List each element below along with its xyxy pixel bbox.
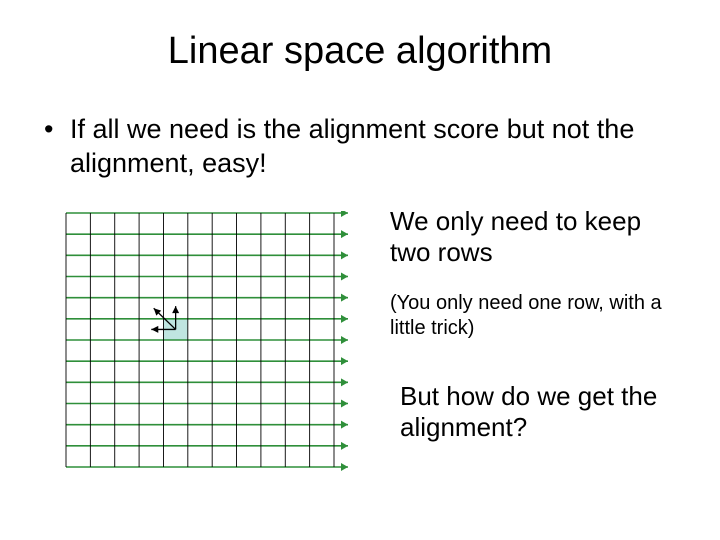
bullet-dot-icon: •	[40, 113, 70, 181]
bullet-text: If all we need is the alignment score bu…	[70, 113, 660, 181]
arrowhead-icon	[341, 420, 348, 428]
arrowhead-icon	[341, 251, 348, 259]
arrowhead-icon	[341, 441, 348, 449]
arrowhead-icon	[341, 314, 348, 322]
bullet-line: • If all we need is the alignment score …	[40, 113, 660, 181]
arrowhead-icon	[341, 272, 348, 280]
arrowhead-icon	[341, 230, 348, 238]
side-note-2: (You only need one row, with a little tr…	[390, 291, 690, 341]
arrowhead-icon	[151, 325, 158, 332]
arrowhead-icon	[341, 378, 348, 386]
side-note-1: We only need to keep two rows	[390, 206, 680, 268]
arrowhead-icon	[172, 306, 179, 313]
arrowhead-icon	[341, 293, 348, 301]
arrowhead-icon	[341, 211, 348, 217]
arrowhead-icon	[341, 399, 348, 407]
dp-grid-diagram	[60, 211, 360, 471]
arrowhead-icon	[341, 336, 348, 344]
side-note-3: But how do we get the alignment?	[400, 381, 690, 443]
arrowhead-icon	[341, 463, 348, 471]
content-area: We only need to keep two rows (You only …	[0, 201, 720, 501]
slide-title: Linear space algorithm	[0, 0, 720, 73]
arrowhead-icon	[341, 357, 348, 365]
